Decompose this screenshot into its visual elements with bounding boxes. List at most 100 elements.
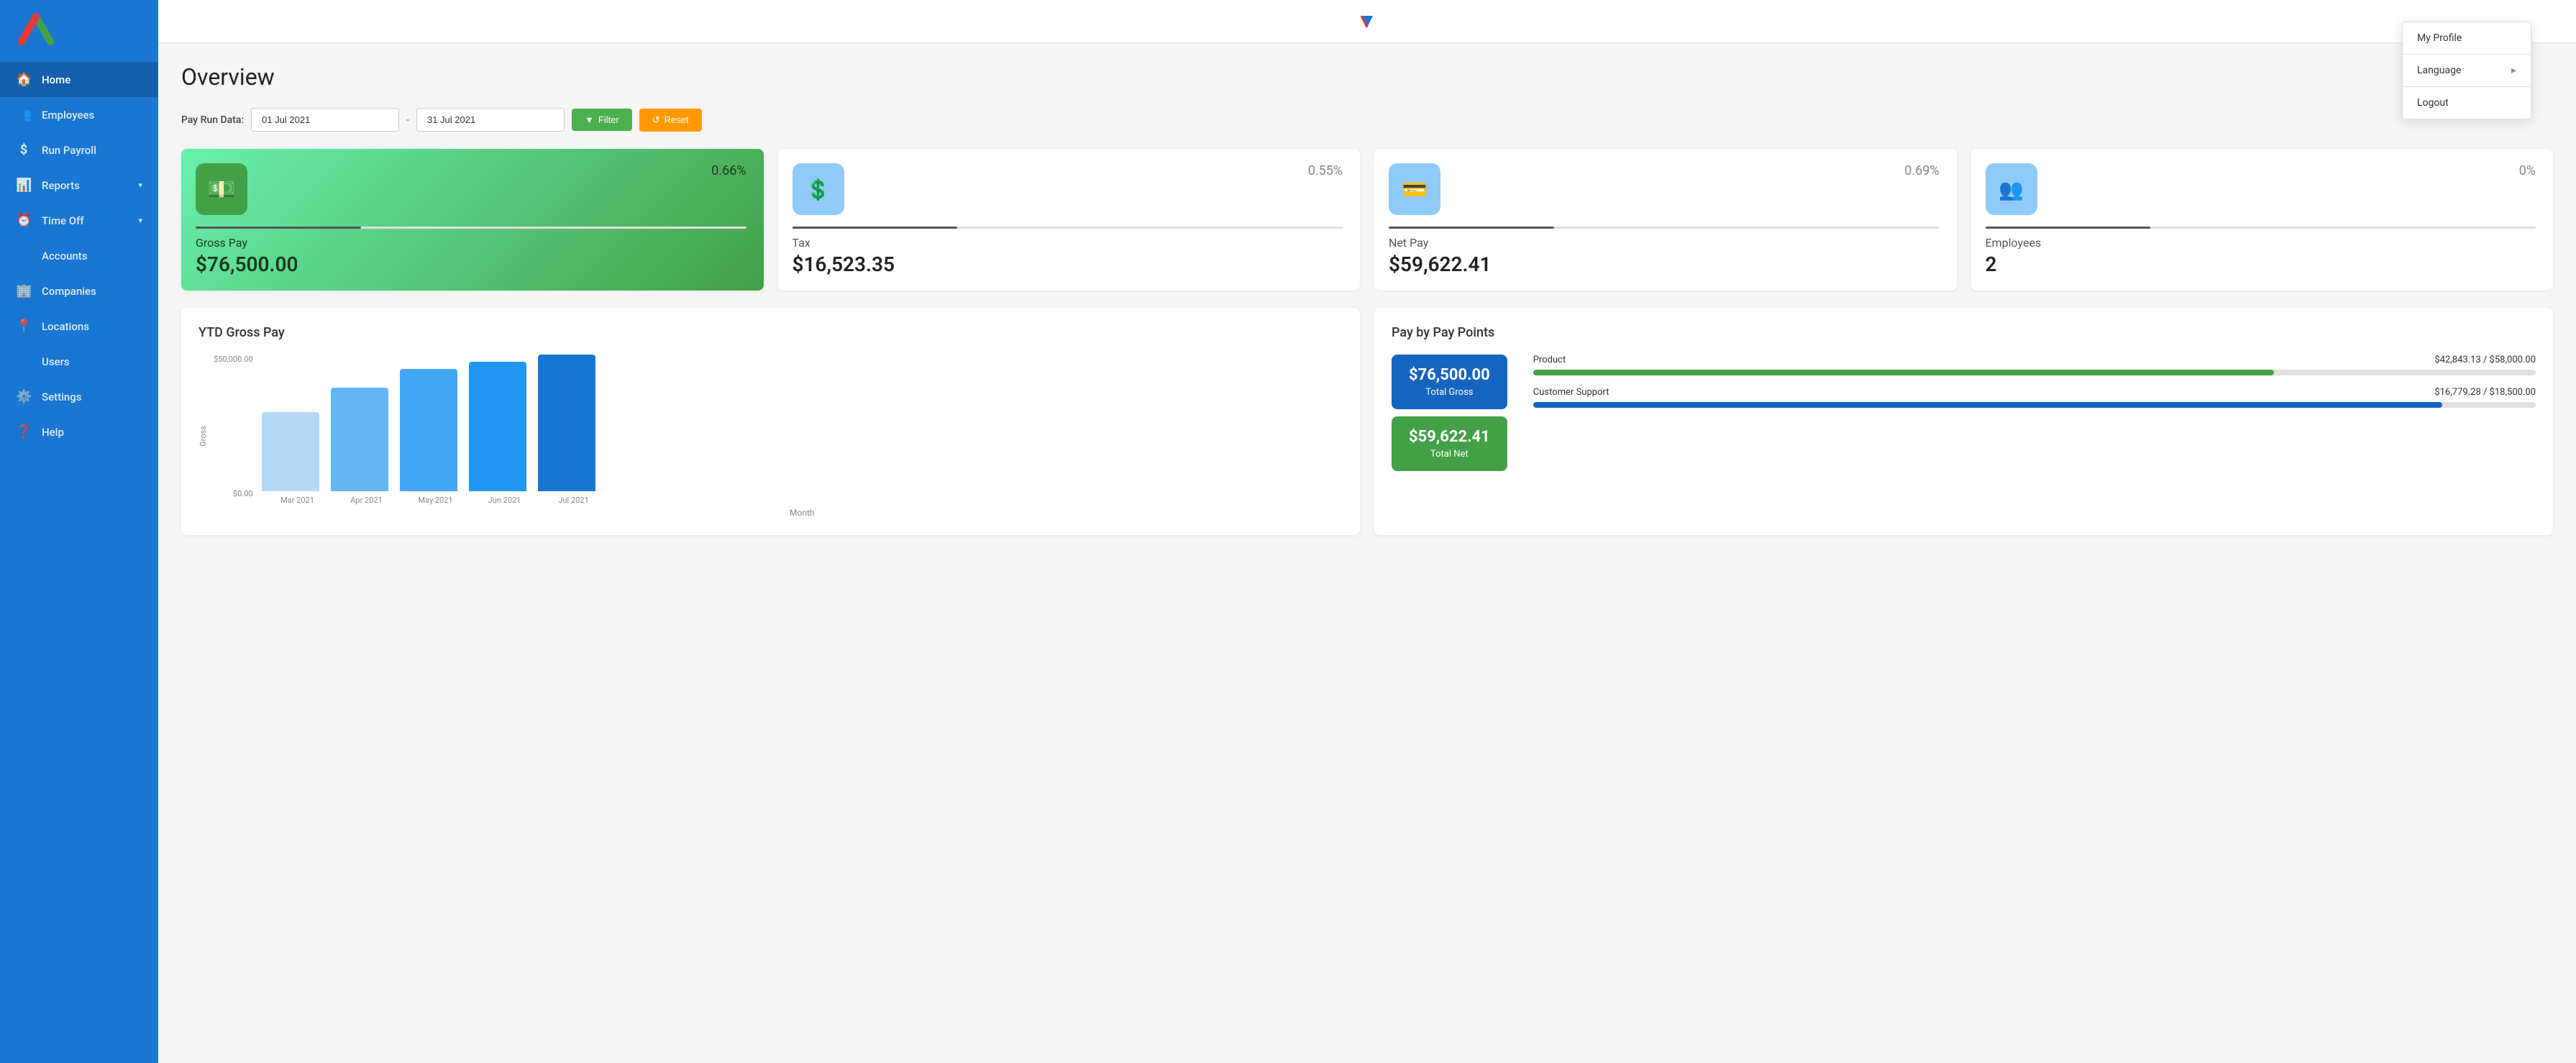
help-icon: ❓ [16, 424, 32, 439]
support-progress-bg [1533, 402, 2536, 408]
sidebar-item-label: Help [42, 426, 64, 439]
sidebar-item-label: Users [42, 355, 70, 368]
bottom-row: YTD Gross Pay Gross $50,000.00 $0.00 [181, 308, 2553, 535]
sidebar-item-label: Settings [42, 391, 82, 403]
date-to-input[interactable] [416, 108, 565, 132]
progress-row-support: Customer Support $16,779.28 / $18,500.00 [1533, 387, 2536, 408]
sidebar-item-locations[interactable]: 📍 Locations [0, 309, 158, 344]
reset-button[interactable]: ↺ Reset [639, 109, 702, 132]
bar-col-0 [262, 412, 319, 491]
chart-bar-jul [538, 355, 595, 491]
app-logo [14, 13, 58, 49]
gross-pay-value: $76,500.00 [196, 252, 746, 276]
sidebar-item-home[interactable]: 🏠 Home [0, 62, 158, 97]
bar-col-1 [331, 388, 388, 491]
gross-pay-label: Gross Pay [196, 236, 746, 250]
card-tax: 💲 0.55% Tax $16,523.35 [778, 149, 1361, 291]
dropdown-item-language[interactable]: Language ▸ [2403, 55, 2531, 86]
tax-label: Tax [793, 236, 1343, 250]
sidebar-logo [0, 0, 158, 62]
logout-label: Logout [2417, 97, 2449, 109]
sidebar: 🏠 Home 👥 Employees $ Run Payroll 📊 Repor… [0, 0, 158, 1063]
support-amount: $16,779.28 / $18,500.00 [2434, 387, 2536, 398]
sidebar-item-label: Accounts [42, 250, 88, 263]
reports-icon: 📊 [16, 178, 32, 193]
bars-area: Mar 2021 Apr 2021 May 2021 Jun 2021 Jul … [262, 355, 1343, 518]
tax-icon: 💲 [805, 178, 831, 201]
sidebar-item-help[interactable]: ❓ Help [0, 414, 158, 450]
card-bar [793, 227, 1343, 229]
progress-row-product: Product $42,843.13 / $58,000.00 [1533, 355, 2536, 375]
card-bar [1389, 227, 1940, 229]
x-label-mar: Mar 2021 [269, 496, 326, 505]
net-pay-percent: 0.69% [1904, 163, 1939, 178]
sidebar-item-accounts[interactable]: 👤 Accounts [0, 238, 158, 273]
users-icon: 👤 [16, 354, 32, 369]
gross-pay-icon-box: 💵 [196, 163, 247, 215]
card-bar-fill [1986, 227, 2151, 229]
netpay-icon: 💳 [1402, 178, 1428, 201]
dropdown-item-logout[interactable]: Logout [2403, 87, 2531, 119]
sidebar-item-employees[interactable]: 👥 Employees [0, 97, 158, 132]
chart-container: Gross $50,000.00 $0.00 [198, 355, 1343, 518]
y-label-bottom: $0.00 [214, 489, 253, 498]
y-axis-label: Gross [198, 426, 208, 447]
sidebar-item-companies[interactable]: 🏢 Companies [0, 273, 158, 309]
x-axis-label: Month [262, 508, 1343, 518]
card-top: 💵 0.66% [196, 163, 746, 215]
header-center-icon [1354, 7, 1380, 36]
sidebar-item-run-payroll[interactable]: $ Run Payroll [0, 132, 158, 168]
ytd-chart-panel: YTD Gross Pay Gross $50,000.00 $0.00 [181, 308, 1360, 535]
sidebar-navigation: 🏠 Home 👥 Employees $ Run Payroll 📊 Repor… [0, 62, 158, 450]
sidebar-item-users[interactable]: 👤 Users [0, 344, 158, 379]
dropdown-item-my-profile[interactable]: My Profile [2403, 22, 2531, 54]
total-gross-value: $76,500.00 [1409, 366, 1490, 384]
net-pay-value: $59,622.41 [1389, 252, 1940, 276]
filter-label: Pay Run Data: [181, 114, 244, 126]
date-from-input[interactable] [251, 108, 399, 132]
sidebar-item-settings[interactable]: ⚙️ Settings [0, 379, 158, 414]
chevron-down-icon: ▾ [138, 216, 142, 225]
money-icon: 💵 [207, 175, 236, 203]
dropdown-menu: My Profile Language ▸ Logout [2402, 22, 2531, 119]
language-label: Language [2417, 65, 2461, 76]
sidebar-item-label: Employees [42, 109, 94, 122]
pay-points-panel: Pay by Pay Points $76,500.00 Total Gross… [1374, 308, 2553, 535]
card-top: 💳 0.69% [1389, 163, 1940, 215]
chevron-right-icon: ▸ [2511, 65, 2516, 76]
sidebar-item-reports[interactable]: 📊 Reports ▾ [0, 168, 158, 203]
total-gross-label: Total Gross [1409, 387, 1490, 398]
pay-points-title: Pay by Pay Points [1392, 325, 2536, 340]
sidebar-item-label: Home [42, 73, 70, 86]
net-pay-label: Net Pay [1389, 236, 1940, 250]
locations-icon: 📍 [16, 319, 32, 334]
cards-row: 💵 0.66% Gross Pay $76,500.00 💲 0.55% Tax [181, 149, 2553, 291]
progress-section: Product $42,843.13 / $58,000.00 Customer… [1533, 355, 2536, 471]
x-label-apr: Apr 2021 [338, 496, 396, 505]
card-bar-fill [1389, 227, 1554, 229]
card-bar-fill [793, 227, 958, 229]
employees-icon: 👥 [16, 107, 32, 122]
filter-btn-label: Filter [598, 114, 619, 125]
employees-icon-box: 👥 [1986, 163, 2037, 215]
card-top: 👥 0% [1986, 163, 2536, 215]
card-employees: 👥 0% Employees 2 [1971, 149, 2554, 291]
bar-col-4 [538, 355, 595, 491]
y-axis-labels: $50,000.00 $0.00 [214, 355, 259, 498]
card-bar [1986, 227, 2536, 229]
total-boxes: $76,500.00 Total Gross $59,622.41 Total … [1392, 355, 1507, 471]
card-net-pay: 💳 0.69% Net Pay $59,622.41 [1374, 149, 1957, 291]
filter-button[interactable]: ▼ Filter [572, 109, 632, 131]
chart-bar-jun [469, 362, 526, 491]
sidebar-item-label: Run Payroll [42, 144, 96, 157]
net-pay-icon-box: 💳 [1389, 163, 1440, 215]
employees-card-icon: 👥 [1999, 178, 2024, 201]
product-amount: $42,843.13 / $58,000.00 [2434, 355, 2536, 365]
pay-points-content: $76,500.00 Total Gross $59,622.41 Total … [1392, 355, 2536, 471]
card-top: 💲 0.55% [793, 163, 1343, 215]
sidebar-item-time-off[interactable]: ⏰ Time Off ▾ [0, 203, 158, 238]
employees-card-label: Employees [1986, 236, 2536, 250]
bar-col-2 [400, 369, 457, 491]
sidebar-item-label: Reports [42, 179, 80, 192]
sidebar-item-label: Locations [42, 320, 89, 333]
